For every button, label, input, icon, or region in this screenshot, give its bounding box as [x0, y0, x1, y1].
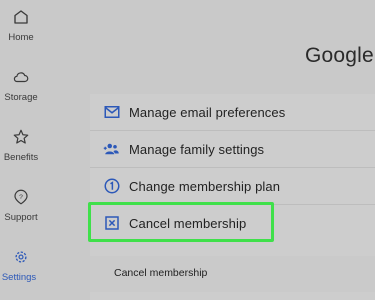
sidebar-item-support[interactable]: ? Support: [0, 188, 42, 223]
menu-item-label: Change membership plan: [129, 178, 281, 194]
sidebar-item-label: Settings: [1, 272, 37, 283]
sidebar-item-home[interactable]: Home: [0, 8, 42, 43]
sidebar-item-benefits[interactable]: Benefits: [0, 128, 42, 163]
home-icon: [14, 10, 28, 24]
sidebar-item-settings[interactable]: Settings: [0, 248, 42, 283]
sidebar-item-label: Support: [4, 212, 38, 223]
settings-panel: Manage email preferences Manage family s…: [90, 94, 375, 300]
star-icon: [13, 129, 29, 144]
highlight-box: [88, 202, 274, 242]
cloud-icon: [13, 72, 29, 83]
menu-item-label: Manage email preferences: [129, 104, 286, 120]
sub-action-label: Cancel membership: [114, 267, 208, 279]
menu-item-family-settings[interactable]: Manage family settings: [90, 131, 375, 167]
family-icon: [103, 143, 119, 155]
menu-item-label: Manage family settings: [129, 141, 265, 157]
svg-text:?: ?: [19, 194, 23, 201]
sidebar-item-label: Storage: [4, 92, 38, 103]
sidebar-item-storage[interactable]: Storage: [0, 68, 42, 103]
support-icon: ?: [14, 189, 28, 205]
mail-icon: [104, 106, 120, 118]
menu-item-email-preferences[interactable]: Manage email preferences: [90, 94, 375, 130]
number-one-icon: [104, 178, 120, 194]
sidebar: Home Storage Benefits ? Support Settings: [0, 0, 42, 300]
menu-item-change-plan[interactable]: Change membership plan: [90, 168, 375, 204]
app-title: Google: [305, 44, 374, 67]
cancel-membership-sub-action[interactable]: Cancel membership: [90, 256, 375, 292]
sidebar-item-label: Benefits: [3, 152, 39, 163]
gear-icon: [15, 251, 27, 263]
sidebar-item-label: Home: [8, 32, 34, 43]
